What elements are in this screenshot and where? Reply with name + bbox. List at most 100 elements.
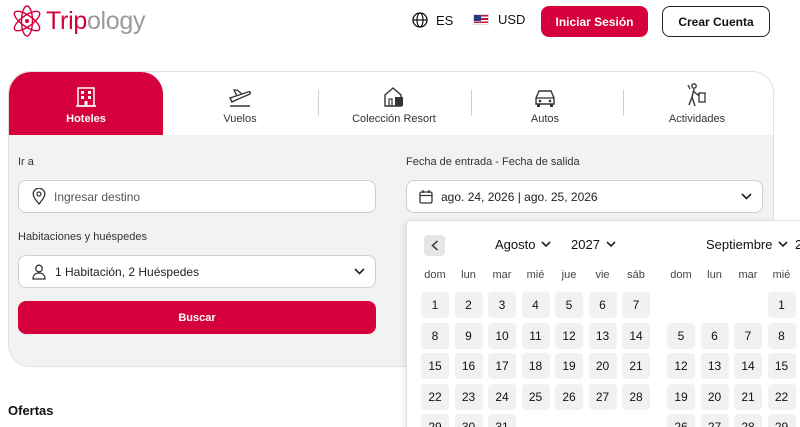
day-cell[interactable]: 13 (700, 353, 729, 379)
day-cell[interactable]: 29 (767, 414, 796, 427)
day-cell[interactable]: 20 (588, 353, 617, 379)
weekday-label: lun (707, 269, 722, 281)
logo[interactable]: Tripology (10, 4, 146, 38)
weekday-label: mié (526, 269, 545, 281)
tab-coleccion-resort[interactable]: Colección Resort (317, 72, 471, 135)
right-year-label: 2 (795, 237, 800, 252)
chevron-left-icon (430, 240, 438, 251)
dates-value: ago. 24, 2026 | ago. 25, 2026 (441, 189, 598, 204)
day-cell[interactable]: 17 (488, 353, 516, 379)
day-cell[interactable]: 3 (488, 292, 516, 318)
day-cell[interactable]: 27 (700, 414, 729, 427)
day-cell[interactable]: 6 (588, 292, 617, 318)
weekday-label: jue (561, 269, 577, 281)
us-flag-icon (473, 14, 489, 25)
offers-heading: Ofertas (8, 403, 54, 418)
destination-placeholder: Ingresar destino (54, 189, 141, 204)
atom-logo-icon (13, 5, 41, 37)
day-cell[interactable]: 14 (622, 322, 650, 349)
rooms-guests-select[interactable]: 1 Habitación, 2 Huéspedes (18, 255, 376, 288)
day-cell[interactable]: 26 (667, 414, 695, 427)
day-cell[interactable]: 26 (555, 383, 583, 410)
day-cell[interactable]: 31 (488, 414, 516, 427)
search-button[interactable]: Buscar (18, 301, 376, 334)
tab-actividades[interactable]: Actividades (619, 72, 773, 135)
day-cell[interactable]: 5 (667, 322, 695, 349)
rooms-value: 1 Habitación, 2 Huéspedes (55, 264, 200, 279)
chevron-down-icon (354, 268, 365, 275)
day-cell[interactable]: 19 (555, 353, 583, 379)
dates-field[interactable]: ago. 24, 2026 | ago. 25, 2026 (406, 180, 763, 213)
day-cell[interactable]: 25 (521, 383, 550, 410)
chevron-down-icon (606, 241, 616, 248)
day-cell[interactable]: 29 (421, 414, 449, 427)
day-cell[interactable]: 28 (734, 414, 762, 427)
tab-vuelos[interactable]: Vuelos (163, 72, 317, 135)
login-button[interactable]: Iniciar Sesión (541, 6, 648, 37)
day-cell[interactable]: 21 (734, 383, 762, 410)
currency-label: USD (498, 12, 526, 27)
globe-icon (412, 12, 428, 28)
location-pin-icon (32, 188, 46, 205)
day-cell[interactable]: 12 (555, 322, 583, 349)
day-cell[interactable]: 7 (622, 292, 650, 318)
day-cell[interactable]: 30 (454, 414, 483, 427)
day-cell[interactable]: 9 (454, 322, 483, 349)
signup-button[interactable]: Crear Cuenta (662, 6, 770, 37)
logo-text: Tripology (46, 6, 146, 35)
day-cell[interactable]: 4 (521, 292, 550, 318)
language-selector[interactable]: ES (412, 12, 453, 28)
weekday-label: dom (424, 269, 446, 281)
right-year-select[interactable]: 2 (795, 237, 800, 252)
day-cell[interactable]: 19 (667, 383, 695, 410)
chevron-down-icon (778, 241, 789, 248)
weekday-label: mié (772, 269, 791, 281)
day-cell[interactable]: 6 (700, 322, 729, 349)
tab-hoteles[interactable]: Hoteles (9, 72, 163, 135)
car-icon (535, 89, 555, 107)
day-cell[interactable]: 1 (421, 292, 449, 318)
language-label: ES (436, 12, 454, 28)
weekday-label: vie (595, 269, 610, 281)
day-cell[interactable]: 28 (622, 383, 650, 410)
day-cell[interactable]: 15 (421, 353, 449, 379)
day-cell[interactable]: 7 (734, 322, 762, 349)
day-cell[interactable]: 12 (667, 353, 695, 379)
day-cell[interactable]: 14 (734, 353, 762, 379)
left-year-label: 2027 (571, 237, 600, 252)
day-cell[interactable]: 2 (454, 292, 483, 318)
left-year-select[interactable]: 2027 (571, 237, 616, 252)
left-month-select[interactable]: Agosto (495, 237, 552, 252)
day-cell[interactable]: 10 (488, 322, 516, 349)
day-cell[interactable]: 16 (454, 353, 483, 379)
calendar-icon (419, 190, 433, 204)
prev-month-button[interactable] (424, 235, 445, 256)
day-cell[interactable]: 20 (700, 383, 729, 410)
destination-input[interactable]: Ingresar destino (18, 180, 376, 213)
day-cell[interactable]: 5 (555, 292, 583, 318)
day-cell[interactable]: 11 (521, 322, 550, 349)
day-cell[interactable]: 8 (421, 322, 449, 349)
weekday-label: sáb (627, 269, 645, 281)
weekday-label: mar (738, 269, 758, 281)
day-cell[interactable]: 18 (521, 353, 550, 379)
day-cell[interactable]: 15 (767, 353, 796, 379)
tab-autos[interactable]: Autos (468, 72, 622, 135)
currency-selector[interactable]: USD (473, 12, 525, 27)
plane-icon (229, 88, 251, 107)
rooms-label: Habitaciones y huéspedes (18, 231, 148, 243)
day-cell[interactable]: 8 (767, 322, 796, 349)
day-cell[interactable]: 22 (767, 383, 796, 410)
chevron-down-icon (541, 241, 552, 248)
day-cell[interactable]: 22 (421, 383, 449, 410)
day-cell[interactable]: 21 (622, 353, 650, 379)
day-cell[interactable]: 23 (454, 383, 483, 410)
top-bar: Tripology ES USD Iniciar Sesión Crear Cu… (0, 0, 800, 44)
day-cell[interactable]: 1 (767, 292, 796, 318)
day-cell[interactable]: 13 (588, 322, 617, 349)
day-cell[interactable]: 27 (588, 383, 617, 410)
right-month-select[interactable]: Septiembre (706, 237, 789, 252)
day-cell[interactable]: 24 (488, 383, 516, 410)
product-tabs: Hoteles Vuelos Colección Resort Autos Ac… (9, 72, 773, 135)
tab-label: Autos (530, 112, 560, 125)
